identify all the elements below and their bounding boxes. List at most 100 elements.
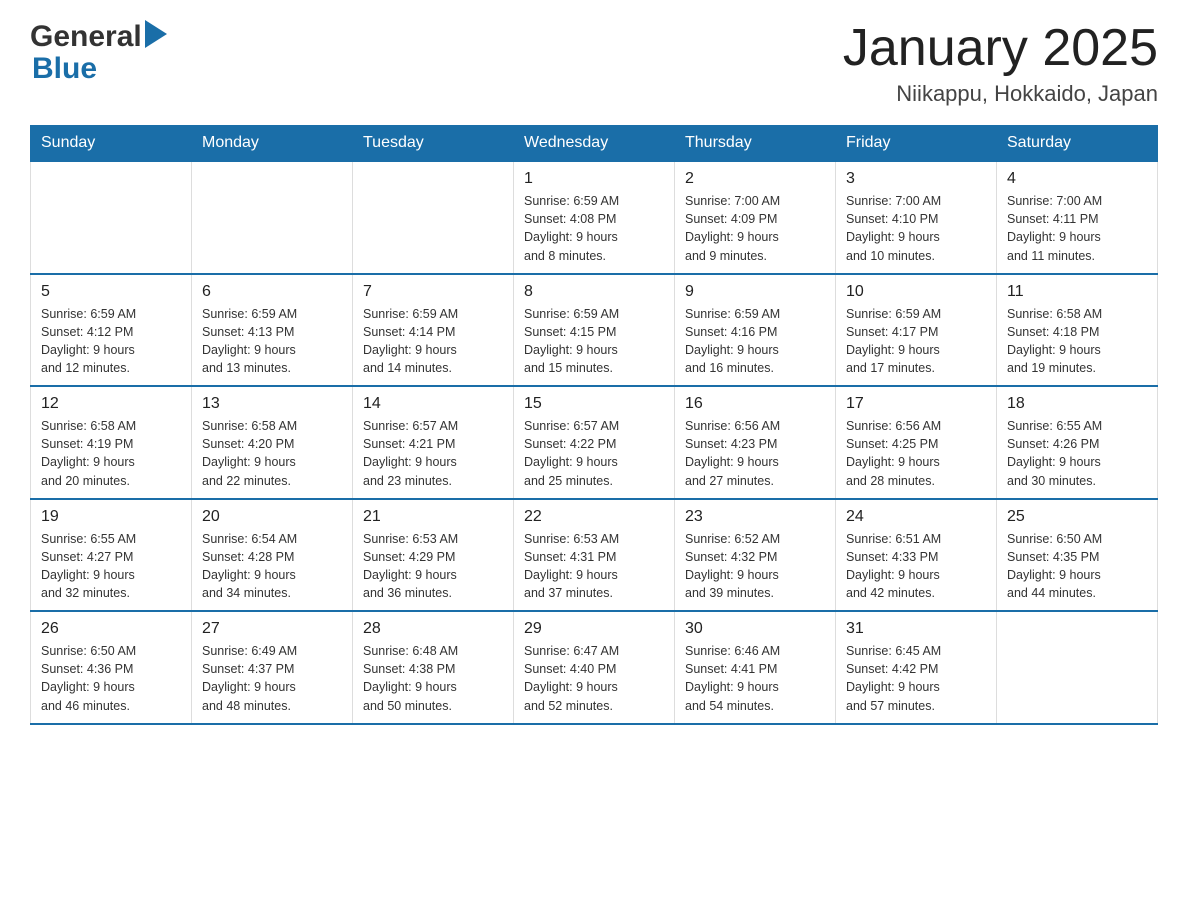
day-number: 24 <box>846 508 986 526</box>
day-info: Sunrise: 6:50 AM Sunset: 4:35 PM Dayligh… <box>1007 530 1147 603</box>
day-info: Sunrise: 6:57 AM Sunset: 4:22 PM Dayligh… <box>524 417 664 490</box>
calendar-cell <box>997 611 1158 724</box>
calendar-cell: 14 Sunrise: 6:57 AM Sunset: 4:21 PM Dayli… <box>353 386 514 499</box>
calendar-cell: 19Sunrise: 6:55 AM Sunset: 4:27 PM Dayli… <box>31 499 192 612</box>
day-number: 27 <box>202 620 342 638</box>
day-number: 6 <box>202 283 342 301</box>
day-info: Sunrise: 6:55 AM Sunset: 4:26 PM Dayligh… <box>1007 417 1147 490</box>
calendar-cell: 13 Sunrise: 6:58 AM Sunset: 4:20 PM Dayli… <box>192 386 353 499</box>
day-info: Sunrise: 6:49 AM Sunset: 4:37 PM Dayligh… <box>202 642 342 715</box>
day-number: 3 <box>846 170 986 188</box>
day-number: 13 <box>202 395 342 413</box>
calendar-cell: 30 Sunrise: 6:46 AM Sunset: 4:41 PM Dayli… <box>675 611 836 724</box>
calendar-cell: 25 Sunrise: 6:50 AM Sunset: 4:35 PM Dayli… <box>997 499 1158 612</box>
header-day-friday: Friday <box>836 126 997 162</box>
day-number: 5 <box>41 283 181 301</box>
day-number: 10 <box>846 283 986 301</box>
day-number: 19 <box>41 508 181 526</box>
calendar-subtitle: Niikappu, Hokkaido, Japan <box>843 81 1158 107</box>
day-number: 26 <box>41 620 181 638</box>
day-number: 20 <box>202 508 342 526</box>
day-info: Sunrise: 6:48 AM Sunset: 4:38 PM Dayligh… <box>363 642 503 715</box>
day-number: 17 <box>846 395 986 413</box>
day-info: Sunrise: 6:47 AM Sunset: 4:40 PM Dayligh… <box>524 642 664 715</box>
calendar-cell: 28 Sunrise: 6:48 AM Sunset: 4:38 PM Dayli… <box>353 611 514 724</box>
day-number: 8 <box>524 283 664 301</box>
logo-general-text: General <box>30 22 142 52</box>
day-info: Sunrise: 6:50 AM Sunset: 4:36 PM Dayligh… <box>41 642 181 715</box>
header-day-monday: Monday <box>192 126 353 162</box>
calendar-cell: 22Sunrise: 6:53 AM Sunset: 4:31 PM Dayli… <box>514 499 675 612</box>
calendar-cell: 12 Sunrise: 6:58 AM Sunset: 4:19 PM Dayli… <box>31 386 192 499</box>
title-section: January 2025 Niikappu, Hokkaido, Japan <box>843 20 1158 107</box>
day-info: Sunrise: 6:56 AM Sunset: 4:23 PM Dayligh… <box>685 417 825 490</box>
day-info: Sunrise: 6:45 AM Sunset: 4:42 PM Dayligh… <box>846 642 986 715</box>
calendar-cell: 4 Sunrise: 7:00 AM Sunset: 4:11 PM Daylig… <box>997 161 1158 274</box>
day-number: 30 <box>685 620 825 638</box>
day-number: 11 <box>1007 283 1147 301</box>
calendar-cell <box>353 161 514 274</box>
day-number: 18 <box>1007 395 1147 413</box>
logo-arrow-icon <box>145 20 167 54</box>
day-number: 4 <box>1007 170 1147 188</box>
day-number: 12 <box>41 395 181 413</box>
day-info: Sunrise: 6:58 AM Sunset: 4:20 PM Dayligh… <box>202 417 342 490</box>
day-info: Sunrise: 7:00 AM Sunset: 4:11 PM Dayligh… <box>1007 192 1147 265</box>
calendar-week-2: 5 Sunrise: 6:59 AM Sunset: 4:12 PM Daylig… <box>31 274 1158 387</box>
day-number: 15 <box>524 395 664 413</box>
calendar-cell: 23Sunrise: 6:52 AM Sunset: 4:32 PM Dayli… <box>675 499 836 612</box>
day-info: Sunrise: 7:00 AM Sunset: 4:09 PM Dayligh… <box>685 192 825 265</box>
logo-blue-text: Blue <box>32 52 97 85</box>
calendar-title: January 2025 <box>843 20 1158 77</box>
day-info: Sunrise: 6:53 AM Sunset: 4:31 PM Dayligh… <box>524 530 664 603</box>
day-info: Sunrise: 7:00 AM Sunset: 4:10 PM Dayligh… <box>846 192 986 265</box>
calendar-cell: 7Sunrise: 6:59 AM Sunset: 4:14 PM Daylig… <box>353 274 514 387</box>
day-number: 16 <box>685 395 825 413</box>
day-number: 2 <box>685 170 825 188</box>
page-header: General Blue January 2025 Niikappu, Hokk… <box>30 20 1158 107</box>
calendar-cell: 5 Sunrise: 6:59 AM Sunset: 4:12 PM Daylig… <box>31 274 192 387</box>
calendar-week-5: 26 Sunrise: 6:50 AM Sunset: 4:36 PM Dayli… <box>31 611 1158 724</box>
day-info: Sunrise: 6:58 AM Sunset: 4:19 PM Dayligh… <box>41 417 181 490</box>
calendar-table: SundayMondayTuesdayWednesdayThursdayFrid… <box>30 125 1158 725</box>
day-info: Sunrise: 6:53 AM Sunset: 4:29 PM Dayligh… <box>363 530 503 603</box>
calendar-cell: 16 Sunrise: 6:56 AM Sunset: 4:23 PM Dayli… <box>675 386 836 499</box>
calendar-cell: 20Sunrise: 6:54 AM Sunset: 4:28 PM Dayli… <box>192 499 353 612</box>
calendar-cell: 17 Sunrise: 6:56 AM Sunset: 4:25 PM Dayli… <box>836 386 997 499</box>
calendar-week-1: 1Sunrise: 6:59 AM Sunset: 4:08 PM Daylig… <box>31 161 1158 274</box>
calendar-cell: 6 Sunrise: 6:59 AM Sunset: 4:13 PM Daylig… <box>192 274 353 387</box>
day-info: Sunrise: 6:56 AM Sunset: 4:25 PM Dayligh… <box>846 417 986 490</box>
day-info: Sunrise: 6:46 AM Sunset: 4:41 PM Dayligh… <box>685 642 825 715</box>
calendar-cell: 27 Sunrise: 6:49 AM Sunset: 4:37 PM Dayli… <box>192 611 353 724</box>
day-info: Sunrise: 6:59 AM Sunset: 4:13 PM Dayligh… <box>202 305 342 378</box>
calendar-cell: 24 Sunrise: 6:51 AM Sunset: 4:33 PM Dayli… <box>836 499 997 612</box>
day-number: 14 <box>363 395 503 413</box>
day-info: Sunrise: 6:59 AM Sunset: 4:15 PM Dayligh… <box>524 305 664 378</box>
calendar-week-4: 19Sunrise: 6:55 AM Sunset: 4:27 PM Dayli… <box>31 499 1158 612</box>
day-info: Sunrise: 6:51 AM Sunset: 4:33 PM Dayligh… <box>846 530 986 603</box>
day-number: 9 <box>685 283 825 301</box>
calendar-cell: 9 Sunrise: 6:59 AM Sunset: 4:16 PM Daylig… <box>675 274 836 387</box>
calendar-cell <box>192 161 353 274</box>
header-day-wednesday: Wednesday <box>514 126 675 162</box>
calendar-cell: 31 Sunrise: 6:45 AM Sunset: 4:42 PM Dayli… <box>836 611 997 724</box>
header-day-sunday: Sunday <box>31 126 192 162</box>
day-number: 23 <box>685 508 825 526</box>
calendar-cell <box>31 161 192 274</box>
day-info: Sunrise: 6:59 AM Sunset: 4:16 PM Dayligh… <box>685 305 825 378</box>
day-number: 28 <box>363 620 503 638</box>
day-number: 31 <box>846 620 986 638</box>
day-info: Sunrise: 6:58 AM Sunset: 4:18 PM Dayligh… <box>1007 305 1147 378</box>
day-number: 29 <box>524 620 664 638</box>
calendar-week-3: 12 Sunrise: 6:58 AM Sunset: 4:19 PM Dayli… <box>31 386 1158 499</box>
header-day-saturday: Saturday <box>997 126 1158 162</box>
day-number: 1 <box>524 170 664 188</box>
day-info: Sunrise: 6:57 AM Sunset: 4:21 PM Dayligh… <box>363 417 503 490</box>
calendar-cell: 1Sunrise: 6:59 AM Sunset: 4:08 PM Daylig… <box>514 161 675 274</box>
day-number: 25 <box>1007 508 1147 526</box>
calendar-cell: 11 Sunrise: 6:58 AM Sunset: 4:18 PM Dayli… <box>997 274 1158 387</box>
day-info: Sunrise: 6:59 AM Sunset: 4:12 PM Dayligh… <box>41 305 181 378</box>
day-number: 7 <box>363 283 503 301</box>
calendar-cell: 2 Sunrise: 7:00 AM Sunset: 4:09 PM Daylig… <box>675 161 836 274</box>
calendar-cell: 21Sunrise: 6:53 AM Sunset: 4:29 PM Dayli… <box>353 499 514 612</box>
